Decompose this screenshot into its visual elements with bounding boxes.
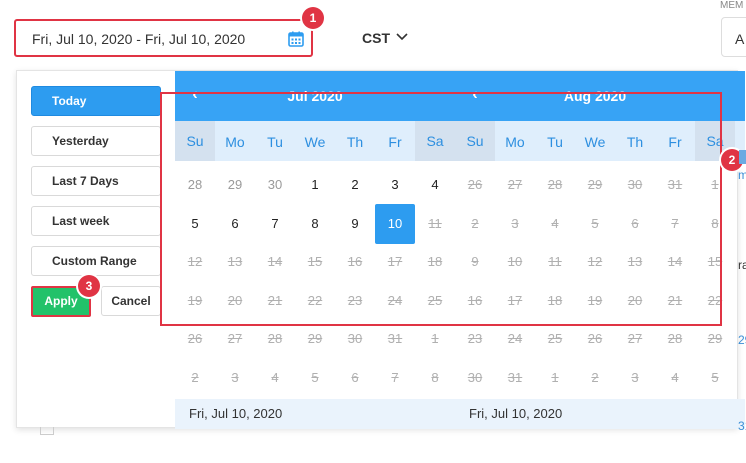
edge-text-ra: ra (738, 258, 746, 272)
background-checkbox (40, 427, 54, 435)
annotation-badge-3: 3 (78, 275, 100, 297)
day-cell: 4 (271, 369, 279, 385)
calendar-icon[interactable] (288, 31, 304, 47)
day-cell: 6 (351, 369, 359, 385)
day-cell: 1 (551, 369, 559, 385)
day-cell: 8 (431, 369, 439, 385)
range-yesterday-button[interactable]: Yesterday (31, 126, 161, 156)
edge-text-29: 29 (738, 333, 746, 347)
day-cell: 3 (231, 369, 239, 385)
selected-date-footer: Fri, Jul 10, 2020 Fri, Jul 10, 2020 (175, 399, 745, 429)
day-cell: 2 (591, 369, 599, 385)
annotation-badge-1: 1 (302, 7, 324, 29)
chevron-down-icon[interactable] (396, 32, 408, 42)
cancel-button[interactable]: Cancel (101, 286, 161, 316)
day-cell: 2 (191, 369, 199, 385)
timezone-select[interactable]: CST (362, 30, 390, 46)
day-cell: 30 (467, 369, 483, 385)
days-grid-highlight (160, 92, 722, 326)
range-custom-button[interactable]: Custom Range (31, 246, 161, 276)
selected-date-left: Fri, Jul 10, 2020 (189, 406, 283, 421)
edge-bar (739, 150, 746, 164)
edge-text-m: m (738, 168, 746, 182)
edge-text-31: 31 (738, 419, 746, 433)
range-last-7-days-button[interactable]: Last 7 Days (31, 166, 161, 196)
member-select[interactable]: A (721, 17, 746, 57)
range-today-button[interactable]: Today (31, 86, 161, 116)
day-cell: 31 (507, 369, 523, 385)
day-cell: 5 (711, 369, 719, 385)
selected-date-right: Fri, Jul 10, 2020 (469, 406, 563, 421)
day-cell: 7 (391, 369, 399, 385)
day-cell: 5 (311, 369, 319, 385)
member-value: A (735, 31, 745, 47)
day-cell: 3 (631, 369, 639, 385)
date-range-input[interactable]: Fri, Jul 10, 2020 - Fri, Jul 10, 2020 (14, 19, 313, 57)
range-last-week-button[interactable]: Last week (31, 206, 161, 236)
member-label: MEM (720, 0, 744, 11)
date-range-value: Fri, Jul 10, 2020 - Fri, Jul 10, 2020 (32, 31, 246, 47)
range-list: Today Yesterday Last 7 Days Last week Cu… (17, 71, 175, 429)
day-cell: 4 (671, 369, 679, 385)
